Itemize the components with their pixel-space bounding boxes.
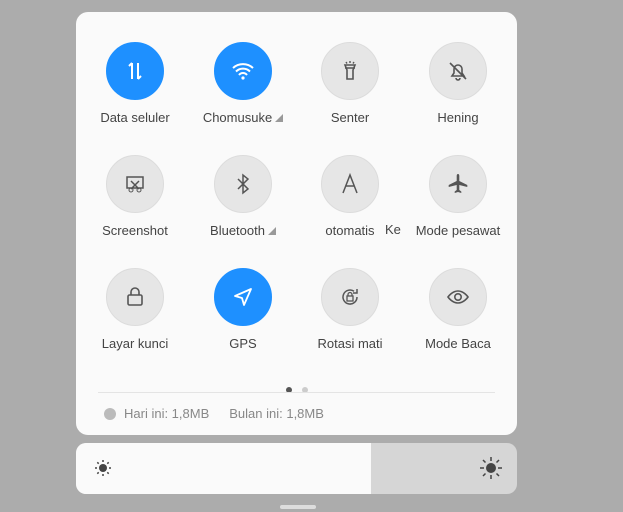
tile-screenshot[interactable]: Screenshot <box>81 155 189 255</box>
wifi-icon <box>232 63 254 80</box>
tile-layar-kunci[interactable]: Layar kunci <box>81 268 189 368</box>
expand-triangle-icon[interactable] <box>267 227 276 235</box>
brightness-fill <box>76 443 372 494</box>
tile-button[interactable] <box>214 42 272 100</box>
tile-button[interactable] <box>429 155 487 213</box>
tile-hening[interactable]: Hening <box>404 42 512 142</box>
tile-button[interactable] <box>106 155 164 213</box>
marquee-fragment: Ke <box>385 222 401 237</box>
tile-button[interactable] <box>429 268 487 326</box>
tile-button[interactable] <box>321 155 379 213</box>
tile-gps[interactable]: GPS <box>189 268 297 368</box>
tile-label: Hening <box>394 110 522 125</box>
flashlight-icon <box>343 61 357 80</box>
tile-button[interactable] <box>106 268 164 326</box>
lock-icon <box>127 287 143 306</box>
tile-button[interactable] <box>214 268 272 326</box>
tile-button[interactable] <box>214 155 272 213</box>
page-indicator[interactable] <box>76 380 517 398</box>
tile-button[interactable] <box>321 42 379 100</box>
data-arrows-icon <box>128 62 142 80</box>
tile-label-text: Rotasi mati <box>317 336 383 351</box>
tile-label: Mode pesawat <box>394 223 522 238</box>
tile-button[interactable] <box>321 268 379 326</box>
screenshot-icon <box>126 176 144 193</box>
expand-triangle-icon[interactable] <box>275 114 284 122</box>
bluetooth-icon <box>237 173 250 195</box>
data-usage-icon <box>104 407 116 420</box>
tile-label-text: Chomusuke <box>202 110 273 125</box>
tile-label-text: Hening <box>437 110 479 125</box>
bell-off-icon <box>449 62 467 81</box>
drag-handle[interactable] <box>280 505 316 509</box>
tile-button[interactable] <box>429 42 487 100</box>
usage-today: Hari ini: 1,8MB <box>124 406 210 421</box>
eye-icon <box>447 290 469 304</box>
tile-label-text: Senter <box>330 110 370 125</box>
auto-brightness-icon <box>342 172 358 194</box>
airplane-icon <box>448 174 468 193</box>
tile-label-text: Mode Baca <box>425 336 491 351</box>
tile-label-text: Layar kunci <box>101 336 169 351</box>
tile-label-text: Screenshot <box>102 223 168 238</box>
location-icon <box>234 288 252 306</box>
tile-mode-pesawat[interactable]: Mode pesawat <box>404 155 512 255</box>
tile-label-text: Mode pesawat <box>415 223 501 238</box>
tile-button[interactable] <box>106 42 164 100</box>
brightness-slider[interactable] <box>76 443 517 494</box>
usage-month: Bulan ini: 1,8MB <box>229 406 324 421</box>
tile-otomatis[interactable]: otomatis <box>296 155 404 255</box>
brightness-high-icon <box>480 457 502 479</box>
tile-data-seluler[interactable]: Data seluler <box>81 42 189 142</box>
tile-rotasi-mati[interactable]: Rotasi mati <box>296 268 404 368</box>
tile-label-text: otomatis <box>325 223 375 238</box>
rotation-lock-icon <box>342 289 358 305</box>
data-usage[interactable]: Hari ini: 1,8MB Bulan ini: 1,8MB <box>104 406 324 421</box>
tile-mode-baca[interactable]: Mode Baca <box>404 268 512 368</box>
quick-settings-panel: Data seluler Chomusuke Senter Hening Screens… <box>76 12 517 435</box>
tile-label-text: Bluetooth <box>210 223 265 238</box>
divider <box>98 392 495 393</box>
tile-label-text: Data seluler <box>100 110 170 125</box>
tile-chomusuke[interactable]: Chomusuke <box>189 42 297 142</box>
tile-bluetooth[interactable]: Bluetooth <box>189 155 297 255</box>
tile-senter[interactable]: Senter <box>296 42 404 142</box>
tile-label: Mode Baca <box>394 336 522 351</box>
tile-label-text: GPS <box>229 336 257 351</box>
brightness-low-icon <box>95 460 111 476</box>
